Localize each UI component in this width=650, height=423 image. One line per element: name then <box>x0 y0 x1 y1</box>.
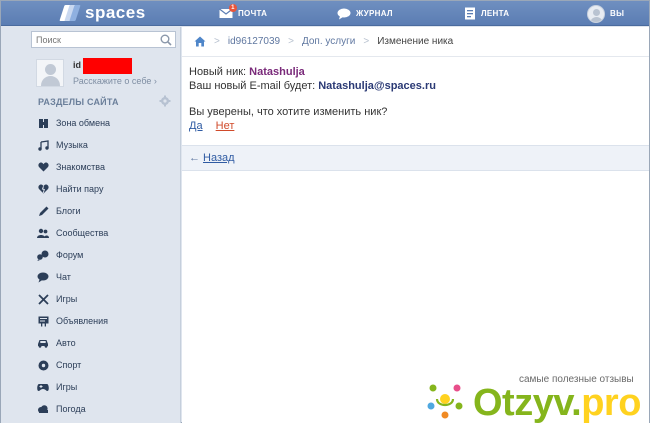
watermark-word-main: Otzyv. <box>473 382 582 423</box>
sidebar-item-label: Погода <box>56 404 86 414</box>
car-icon <box>37 337 49 349</box>
search-input[interactable] <box>32 32 152 47</box>
broken-heart-icon <box>37 183 49 195</box>
top-bar: spaces 1 ПОЧТА ЖУРНАЛ ЛЕНТА ВЫ <box>1 1 649 26</box>
nav-mail[interactable]: 1 ПОЧТА <box>219 1 267 26</box>
search-box <box>31 31 176 48</box>
sidebar-item-label: Чат <box>56 272 71 282</box>
nav-profile[interactable]: ВЫ <box>587 1 624 26</box>
watermark-word-accent: pro <box>581 382 641 423</box>
home-icon[interactable] <box>194 36 206 47</box>
sidebar-item-communities[interactable]: Сообщества <box>31 222 181 244</box>
sidebar-item-label: Музыка <box>56 140 88 150</box>
sidebar-item-music[interactable]: Музыка <box>31 134 181 156</box>
user-block: id Расскажите о себе › <box>31 57 181 89</box>
exchange-icon <box>37 117 49 129</box>
breadcrumb: > id96127039 > Доп. услуги > Изменение н… <box>182 27 649 57</box>
nav-feed[interactable]: ЛЕНТА <box>464 1 509 26</box>
main-content: > id96127039 > Доп. услуги > Изменение н… <box>182 27 649 423</box>
sidebar-item-find-match[interactable]: Найти пару <box>31 178 181 200</box>
sidebar-item-sport[interactable]: Спорт <box>31 354 181 376</box>
new-email-value: Natashulja@spaces.ru <box>318 80 436 92</box>
new-nick-label: Новый ник: <box>189 66 247 78</box>
sidebar-item-ads[interactable]: Объявления <box>31 310 181 332</box>
sidebar-item-label: Зона обмена <box>56 118 111 128</box>
confirm-no-link[interactable]: Нет <box>216 120 235 132</box>
chevron-right-icon: > <box>363 36 370 47</box>
mail-badge: 1 <box>229 4 237 12</box>
spaces-logo-icon <box>59 4 81 22</box>
heart-icon <box>37 161 49 173</box>
sidebar-item-label: Найти пару <box>56 184 104 194</box>
sidebar-item-forum[interactable]: Форум <box>31 244 181 266</box>
nav-journal-label: ЖУРНАЛ <box>356 9 393 18</box>
feed-icon <box>465 7 475 20</box>
music-note-icon <box>37 139 49 151</box>
sidebar-item-games[interactable]: Игры <box>31 288 181 310</box>
sidebar-item-label: Форум <box>56 250 84 260</box>
board-icon <box>37 315 49 327</box>
sidebar-item-label: Авто <box>56 338 76 348</box>
sidebar-item-label: Объявления <box>56 316 109 326</box>
redaction-box <box>83 58 132 74</box>
search-icon[interactable] <box>160 34 172 46</box>
sidebar-item-dating[interactable]: Знакомства <box>31 156 181 178</box>
breadcrumb-services-link[interactable]: Доп. услуги <box>302 36 355 47</box>
nav-journal[interactable]: ЖУРНАЛ <box>337 1 393 26</box>
sidebar-item-label: Знакомства <box>56 162 105 172</box>
ball-icon <box>37 359 49 371</box>
sidebar-item-label: Игры <box>56 382 78 392</box>
new-nick-value: Natashulja <box>249 66 305 78</box>
section-title: РАЗДЕЛЫ САЙТА <box>38 97 119 107</box>
logo-text: spaces <box>85 3 146 22</box>
confirm-yes-link[interactable]: Да <box>189 120 203 132</box>
sidebar: id Расскажите о себе › РАЗДЕЛЫ САЙТА Зон… <box>1 27 181 423</box>
about-me-link[interactable]: Расскажите о себе › <box>73 76 157 86</box>
confirm-question: Вы уверены, что хотите изменить ник? <box>189 106 388 118</box>
forum-icon <box>37 249 49 261</box>
chevron-right-icon: > <box>214 36 220 47</box>
chat-icon <box>37 271 49 283</box>
sidebar-item-label: Игры <box>56 294 78 304</box>
nav-mail-label: ПОЧТА <box>238 9 268 18</box>
breadcrumb-current: Изменение ника <box>377 36 454 47</box>
chevron-right-icon: > <box>288 36 294 47</box>
sidebar-item-exchange[interactable]: Зона обмена <box>31 112 181 134</box>
sidebar-item-weather[interactable]: Погода <box>31 398 181 420</box>
sidebar-item-games-2[interactable]: Игры <box>31 376 181 398</box>
sidebar-item-blogs[interactable]: Блоги <box>31 200 181 222</box>
site-sections-menu: Зона обмена Музыка Знакомства Найти пару… <box>31 112 181 420</box>
pen-icon <box>37 205 49 217</box>
user-avatar[interactable] <box>36 59 64 87</box>
nav-feed-label: ЛЕНТА <box>481 9 510 18</box>
sidebar-item-label: Спорт <box>56 360 82 370</box>
gear-icon[interactable] <box>159 95 171 107</box>
spaces-logo[interactable]: spaces <box>59 3 146 23</box>
back-bar: ← Назад <box>182 145 649 171</box>
arrow-left-icon: ← <box>189 152 200 164</box>
otzyv-watermark: самые полезные отзывы Otzyv.pro <box>421 371 649 423</box>
avatar-icon <box>587 4 605 23</box>
gamepad-icon <box>37 381 49 393</box>
sidebar-item-label: Сообщества <box>56 228 109 238</box>
sidebar-item-chat[interactable]: Чат <box>31 266 181 288</box>
back-link[interactable]: Назад <box>203 152 235 164</box>
nick-change-confirmation: Новый ник: Natashulja Ваш новый E-mail б… <box>182 57 649 133</box>
cloud-icon <box>37 403 49 415</box>
breadcrumb-user-link[interactable]: id96127039 <box>228 36 280 47</box>
user-id[interactable]: id <box>73 60 81 70</box>
otzyv-logo-icon <box>427 384 463 419</box>
chat-bubble-icon <box>337 8 351 19</box>
people-icon <box>37 227 49 239</box>
nav-profile-label: ВЫ <box>610 9 625 18</box>
confirm-actions: Да Нет <box>189 119 642 133</box>
watermark-word: Otzyv.pro <box>473 383 641 423</box>
sidebar-item-label: Блоги <box>56 206 81 216</box>
new-nick-line: Новый ник: Natashulja <box>189 65 642 79</box>
new-email-line: Ваш новый E-mail будет: Natashulja@space… <box>189 79 642 93</box>
new-email-label: Ваш новый E-mail будет: <box>189 80 316 92</box>
cross-swords-icon <box>37 293 49 305</box>
sidebar-item-auto[interactable]: Авто <box>31 332 181 354</box>
